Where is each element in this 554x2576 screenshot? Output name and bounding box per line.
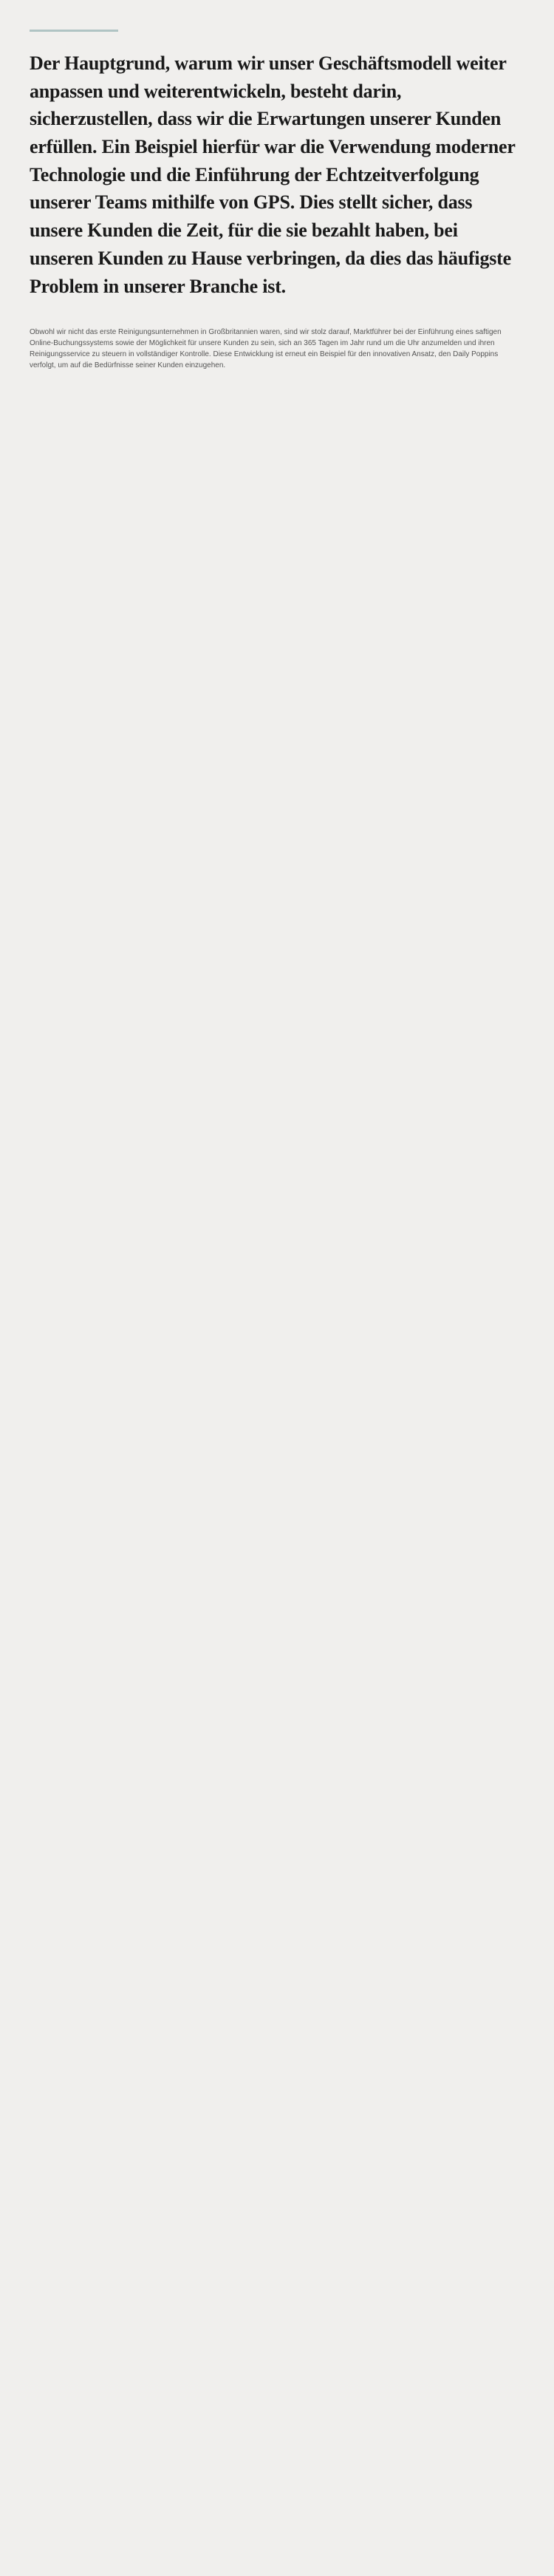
small-paragraph: Obwohl wir nicht das erste Reinigungsunt… bbox=[30, 327, 524, 371]
page-container: Der Hauptgrund, warum wir unser Geschäft… bbox=[0, 0, 554, 2576]
main-paragraph: Der Hauptgrund, warum wir unser Geschäft… bbox=[30, 50, 524, 300]
top-border-decoration bbox=[30, 30, 118, 32]
